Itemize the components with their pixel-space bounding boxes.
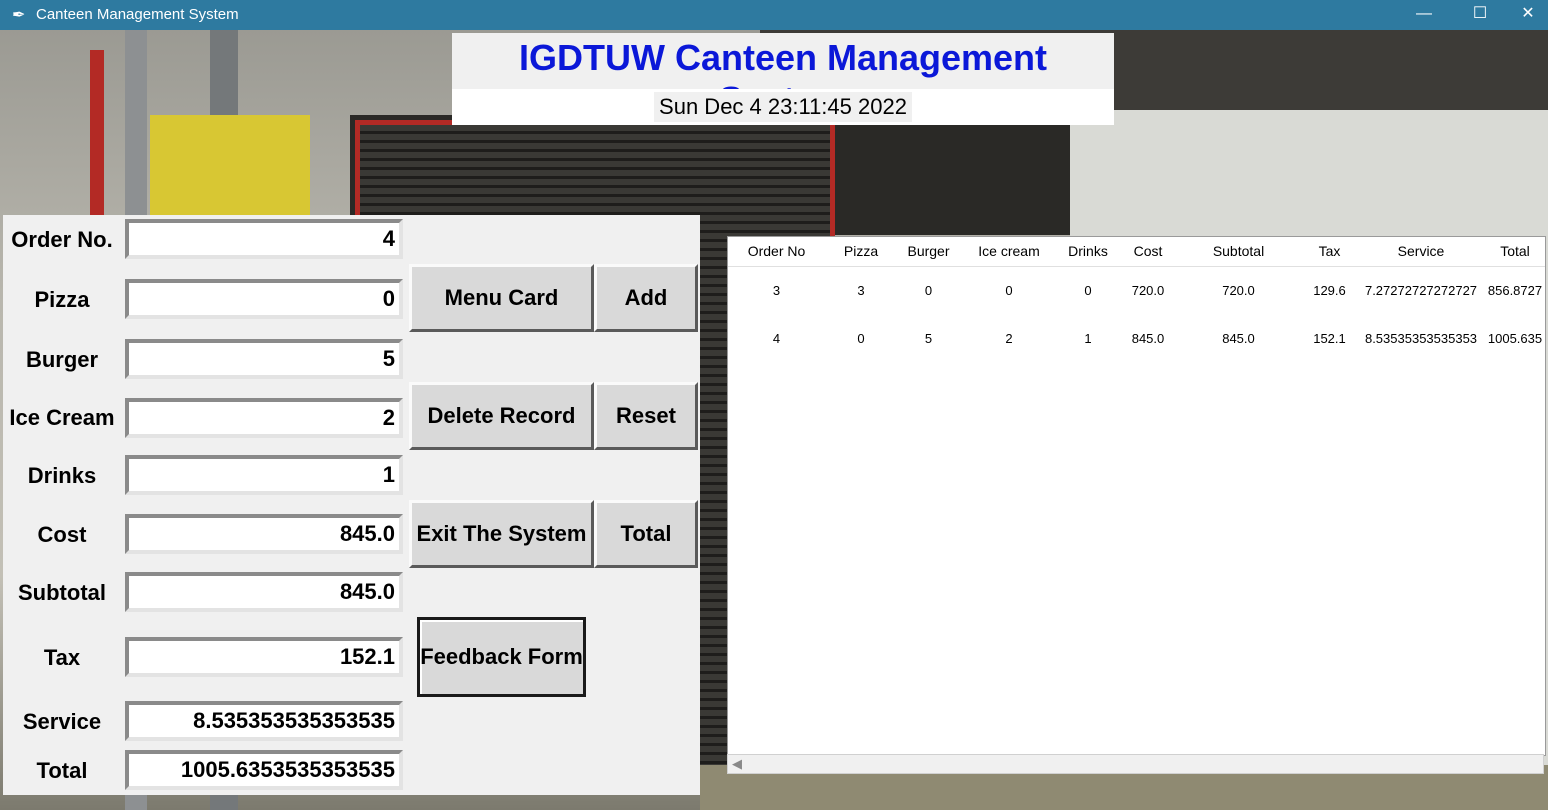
horizontal-scrollbar[interactable]: ◀ xyxy=(727,754,1544,774)
table-cell: 0 xyxy=(857,331,865,346)
burger-field[interactable] xyxy=(125,339,403,379)
close-button[interactable]: ✕ xyxy=(1508,0,1548,30)
feather-icon: ✒ xyxy=(12,7,26,24)
table-cell: 0 xyxy=(924,283,933,298)
tax-field[interactable] xyxy=(125,637,403,677)
table-cell: 0 xyxy=(1005,283,1013,298)
service-field[interactable] xyxy=(125,701,403,741)
table-cell: 129.6 xyxy=(1313,283,1346,298)
table-cell: 3 xyxy=(857,283,865,298)
table-cell: 7.27272727272727 xyxy=(1364,283,1478,298)
table-cell: 5 xyxy=(924,331,933,346)
delete-record-button[interactable]: Delete Record xyxy=(409,382,594,450)
tax-input[interactable] xyxy=(129,641,399,673)
order-no-field[interactable] xyxy=(125,219,403,259)
table-cell: 1 xyxy=(1084,331,1092,346)
subtotal-input[interactable] xyxy=(129,576,399,608)
pizza-field[interactable] xyxy=(125,279,403,319)
cost-field[interactable] xyxy=(125,514,403,554)
column-header[interactable]: Ice cream xyxy=(960,237,1059,267)
table-cell: 1005.635 xyxy=(1487,331,1543,346)
column-header[interactable]: Order No xyxy=(728,237,826,267)
table-cell: 720.0 xyxy=(1131,283,1165,298)
table-cell: 8.53535353535353 xyxy=(1364,331,1478,346)
header: IGDTUW Canteen Management System Sun Dec… xyxy=(452,33,1114,125)
column-header[interactable]: Burger xyxy=(897,237,961,267)
ice-cream-input[interactable] xyxy=(129,402,399,434)
burger-input[interactable] xyxy=(129,343,399,375)
total-field[interactable] xyxy=(125,750,403,790)
table-cell: 845.0 xyxy=(1131,331,1165,346)
table-cell: 2 xyxy=(1005,331,1013,346)
cost-label: Cost xyxy=(37,522,87,547)
table-row[interactable]: 3 3 0 0 0 720.0 720.0 129.6 7.2727272727… xyxy=(728,279,1545,303)
exit-button[interactable]: Exit The System xyxy=(409,500,594,568)
ice-cream-label: Ice Cream xyxy=(9,405,115,430)
table-cell: 845.0 xyxy=(1222,331,1255,346)
window-title-bar: ✒ Canteen Management System — ☐ ✕ xyxy=(0,0,1548,30)
minimize-button[interactable]: — xyxy=(1396,0,1452,30)
order-no-input[interactable] xyxy=(129,223,399,255)
column-header[interactable]: Total xyxy=(1482,237,1545,267)
drinks-input[interactable] xyxy=(129,459,399,491)
burger-label: Burger xyxy=(25,347,99,372)
table-cell: 0 xyxy=(1084,283,1092,298)
reset-button[interactable]: Reset xyxy=(594,382,698,450)
window-title: Canteen Management System xyxy=(36,6,239,23)
column-header[interactable]: Cost xyxy=(1118,237,1179,267)
feedback-form-button[interactable]: Feedback Form xyxy=(417,617,586,697)
total-input[interactable] xyxy=(129,754,399,786)
subtotal-field[interactable] xyxy=(125,572,403,612)
ice-cream-field[interactable] xyxy=(125,398,403,438)
column-header[interactable]: Pizza xyxy=(825,237,898,267)
drinks-field[interactable] xyxy=(125,455,403,495)
table-cell: 720.0 xyxy=(1222,283,1255,298)
subtotal-label: Subtotal xyxy=(18,580,106,605)
order-no-label: Order No. xyxy=(11,227,113,252)
column-header[interactable]: Service xyxy=(1360,237,1483,267)
maximize-button[interactable]: ☐ xyxy=(1452,0,1508,30)
records-table[interactable]: Order No Pizza Burger Ice cream Drinks C… xyxy=(727,236,1546,756)
cost-input[interactable] xyxy=(129,518,399,550)
total-button[interactable]: Total xyxy=(594,500,698,568)
table-header: Order No Pizza Burger Ice cream Drinks C… xyxy=(728,237,1545,267)
menu-card-button[interactable]: Menu Card xyxy=(409,264,594,332)
table-row[interactable]: 4 0 5 2 1 845.0 845.0 152.1 8.5353535353… xyxy=(728,327,1545,351)
total-label: Total xyxy=(36,758,88,783)
pizza-label: Pizza xyxy=(34,287,90,312)
service-input[interactable] xyxy=(129,705,399,737)
column-header[interactable]: Drinks xyxy=(1058,237,1119,267)
drinks-label: Drinks xyxy=(27,463,97,488)
service-label: Service xyxy=(22,709,102,734)
order-form-panel: Order No. Pizza Burger Ice Cream Drinks … xyxy=(3,215,700,795)
column-header[interactable]: Subtotal xyxy=(1178,237,1300,267)
scroll-left-icon[interactable]: ◀ xyxy=(732,756,742,772)
tax-label: Tax xyxy=(43,645,81,670)
pizza-input[interactable] xyxy=(129,283,399,315)
table-cell: 152.1 xyxy=(1313,331,1346,346)
column-header[interactable]: Tax xyxy=(1299,237,1361,267)
table-cell: 856.8727 xyxy=(1487,283,1543,298)
table-cell: 4 xyxy=(772,331,781,346)
add-button[interactable]: Add xyxy=(594,264,698,332)
datetime-label: Sun Dec 4 23:11:45 2022 xyxy=(654,92,912,122)
table-cell: 3 xyxy=(772,283,781,298)
